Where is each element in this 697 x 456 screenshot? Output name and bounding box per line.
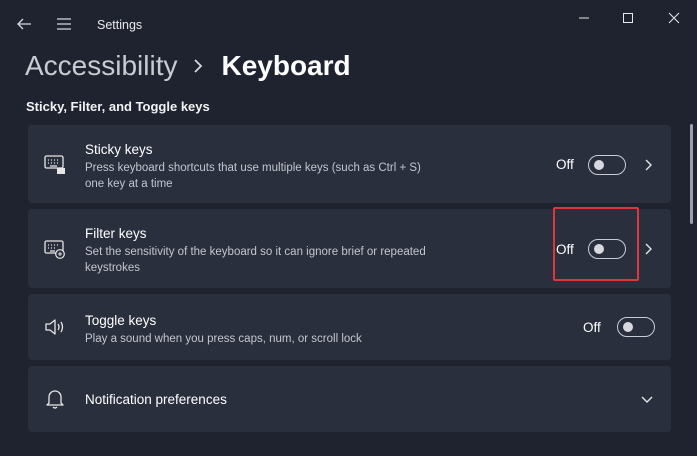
close-button[interactable] — [660, 8, 688, 28]
back-arrow-icon[interactable] — [14, 14, 34, 34]
sticky-keys-chevron-right-icon[interactable] — [641, 158, 655, 172]
toggle-keys-description: Play a sound when you press caps, num, o… — [85, 333, 362, 345]
chevron-down-icon[interactable] — [640, 393, 654, 407]
highlight-box — [553, 207, 639, 281]
keyboard-filter-icon — [44, 239, 66, 261]
sticky-keys-card[interactable]: Sticky keys Press keyboard shortcuts tha… — [28, 125, 671, 203]
toggle-keys-title: Toggle keys — [85, 313, 157, 328]
sticky-keys-toggle[interactable] — [588, 155, 626, 175]
filter-keys-title: Filter keys — [85, 226, 147, 241]
sticky-keys-state: Off — [556, 157, 574, 172]
section-title: Sticky, Filter, and Toggle keys — [26, 99, 210, 114]
keyboard-sticky-icon — [44, 154, 66, 176]
scrollbar[interactable] — [690, 124, 693, 224]
filter-keys-chevron-right-icon[interactable] — [641, 242, 655, 256]
sticky-keys-title: Sticky keys — [85, 142, 153, 157]
speaker-icon — [44, 316, 66, 338]
notification-preferences-label: Notification preferences — [85, 392, 227, 407]
toggle-keys-card: Toggle keys Play a sound when you press … — [28, 294, 671, 360]
notification-preferences-card[interactable]: Notification preferences — [28, 366, 671, 432]
breadcrumb-chevron-icon — [193, 58, 203, 74]
toggle-keys-state: Off — [583, 320, 601, 335]
sticky-keys-description: Press keyboard shortcuts that use multip… — [85, 162, 421, 190]
title-bar: Settings — [0, 0, 697, 48]
filter-keys-description: Set the sensitivity of the keyboard so i… — [85, 246, 426, 274]
window-title: Settings — [97, 18, 143, 32]
bell-icon — [44, 388, 66, 410]
hamburger-menu-icon[interactable] — [54, 14, 74, 34]
toggle-keys-toggle[interactable] — [617, 317, 655, 337]
breadcrumb: Accessibility Keyboard — [25, 46, 351, 86]
minimize-button[interactable] — [570, 8, 598, 28]
breadcrumb-accessibility-link[interactable]: Accessibility — [25, 50, 177, 82]
page-title: Keyboard — [221, 50, 351, 81]
maximize-button[interactable] — [614, 8, 642, 28]
